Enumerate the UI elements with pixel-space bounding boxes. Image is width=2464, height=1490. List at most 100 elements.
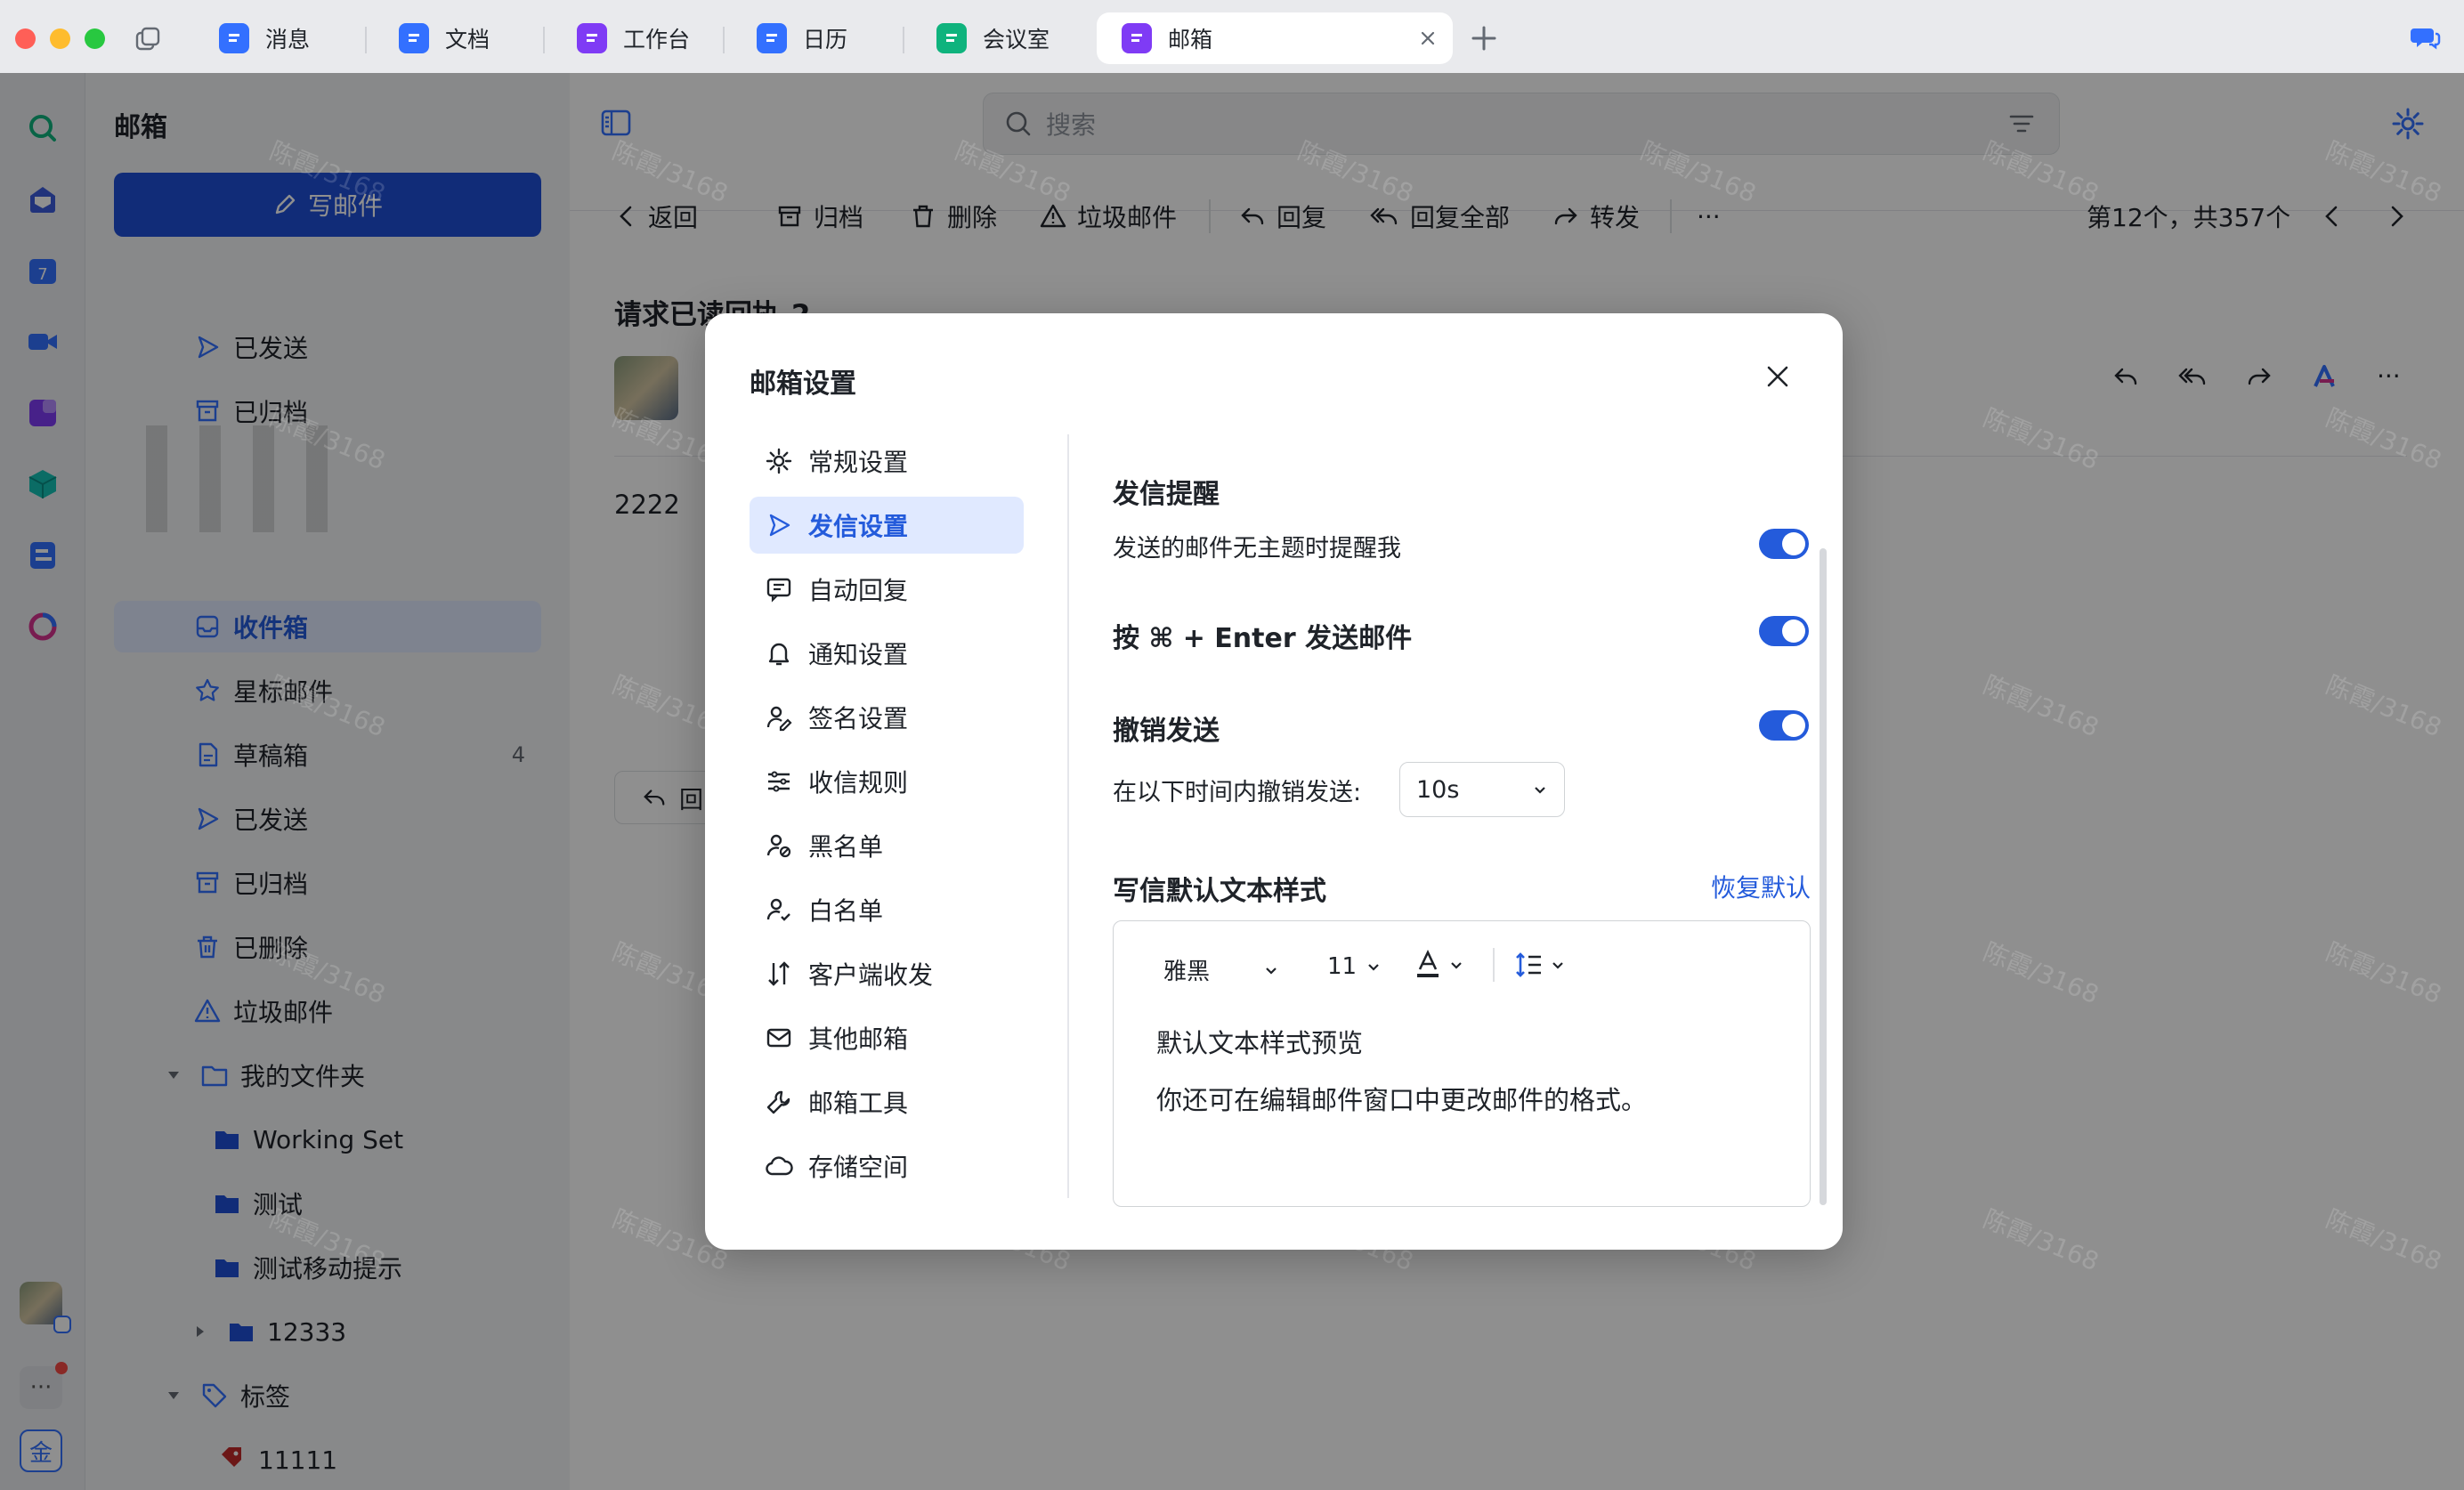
dialog-title: 邮箱设置 (750, 368, 856, 400)
minimize-window-button[interactable] (50, 28, 70, 49)
chevron-down-icon (1368, 964, 1379, 971)
font-size-value: 11 (1327, 953, 1358, 980)
style-editor: 雅黑 11 默认文本样式预览 你还可在编辑邮件窗口中更改邮件的格式。 (1113, 920, 1811, 1207)
shortcut-send-toggle[interactable] (1759, 616, 1809, 646)
watermark-text: 陈霞/3168 (1979, 402, 2103, 476)
watermark-text: 陈霞/3168 (265, 936, 390, 1010)
tab-separator (365, 27, 367, 53)
chat-bubble-icon[interactable] (2409, 21, 2441, 53)
settings-nav-send[interactable]: 发信设置 (750, 497, 1024, 554)
settings-nav-label: 通知设置 (808, 640, 909, 669)
line-height-select[interactable] (1514, 950, 1566, 980)
undo-time-select[interactable]: 10s (1399, 762, 1565, 817)
preview-title: 默认文本样式预览 (1156, 1028, 1364, 1058)
shortcut-send-title: 按 ⌘ + Enter 发送邮件 (1113, 623, 1413, 654)
default-style-title: 写信默认文本样式 (1113, 876, 1326, 907)
divider (1493, 948, 1495, 982)
settings-nav-gear[interactable]: 常规设置 (750, 433, 1024, 490)
gear-icon (764, 446, 794, 476)
watermark-text: 陈霞/3168 (2322, 402, 2446, 476)
tab-overview-icon[interactable] (134, 25, 162, 53)
settings-nav-label: 白名单 (808, 896, 884, 926)
watermark-text: 陈霞/3168 (2322, 135, 2446, 209)
settings-nav-label: 客户端收发 (808, 960, 934, 990)
settings-nav-label: 收信规则 (808, 768, 909, 798)
watermark-text: 陈霞/3168 (265, 1203, 390, 1277)
preview-text: 你还可在编辑邮件窗口中更改邮件的格式。 (1156, 1085, 1648, 1115)
tab-separator (723, 27, 725, 53)
font-color-icon (1417, 950, 1439, 977)
tab-separator (543, 27, 545, 53)
font-select[interactable]: 雅黑 (1163, 953, 1279, 986)
settings-nav-signature[interactable]: 签名设置 (750, 689, 1024, 746)
settings-nav-whitelist[interactable]: 白名单 (750, 881, 1024, 938)
bell-icon (764, 638, 794, 668)
line-height-icon (1516, 952, 1541, 977)
watermark-text: 陈霞/3168 (1979, 936, 2103, 1010)
signature-icon (764, 702, 794, 733)
scrollbar[interactable] (1820, 548, 1827, 1205)
undo-send-label: 在以下时间内撤销发送: (1113, 779, 1362, 806)
undo-send-toggle[interactable] (1759, 710, 1809, 741)
tab-doc[interactable]: 文档 (374, 12, 543, 64)
maximize-window-button[interactable] (85, 28, 105, 49)
settings-nav-bell[interactable]: 通知设置 (750, 625, 1024, 682)
meeting-room-icon (936, 23, 967, 53)
tab-separator (903, 27, 904, 53)
watermark-text: 陈霞/3168 (2322, 669, 2446, 743)
settings-nav-label: 常规设置 (808, 448, 909, 477)
close-tab-icon[interactable] (1419, 29, 1437, 47)
settings-nav-tool[interactable]: 邮箱工具 (750, 1073, 1024, 1130)
watermark-text: 陈霞/3168 (608, 135, 733, 209)
chevron-down-icon (1451, 962, 1462, 969)
watermark-text: 陈霞/3168 (951, 135, 1075, 209)
chevron-down-icon (1266, 967, 1277, 975)
mail-icon (1122, 23, 1152, 53)
settings-nav-label: 邮箱工具 (808, 1089, 909, 1118)
tab-chat[interactable]: 消息 (194, 12, 363, 64)
settings-nav-label: 其他邮箱 (808, 1024, 909, 1054)
font-size-select[interactable]: 11 (1327, 953, 1382, 980)
close-window-button[interactable] (15, 28, 36, 49)
settings-nav-client[interactable]: 客户端收发 (750, 945, 1024, 1002)
watermark-text: 陈霞/3168 (265, 135, 390, 209)
settings-nav-label: 签名设置 (808, 704, 909, 733)
watermark-text: 陈霞/3168 (2322, 1203, 2446, 1277)
undo-send-title: 撤销发送 (1113, 716, 1220, 747)
undo-time-value: 10s (1416, 775, 1460, 804)
restore-default-link[interactable]: 恢复默认 (1711, 869, 1811, 904)
no-subject-reminder-toggle[interactable] (1759, 529, 1809, 559)
settings-nav-rules[interactable]: 收信规则 (750, 753, 1024, 810)
tab-label: 会议室 (983, 27, 1050, 53)
watermark-text: 陈霞/3168 (1979, 1203, 2103, 1277)
font-value: 雅黑 (1163, 959, 1211, 985)
font-color-select[interactable] (1414, 950, 1464, 980)
rules-icon (764, 766, 794, 797)
tab-meeting-room[interactable]: 会议室 (912, 12, 1081, 64)
settings-nav-label: 自动回复 (808, 576, 909, 605)
mail-settings-dialog: 邮箱设置 常规设置发信设置自动回复通知设置签名设置收信规则黑名单白名单客户端收发… (705, 313, 1843, 1250)
watermark-text: 陈霞/3168 (1979, 669, 2103, 743)
new-tab-button[interactable] (1469, 23, 1499, 53)
settings-nav-other-mail[interactable]: 其他邮箱 (750, 1009, 1024, 1066)
calendar-icon (757, 23, 787, 53)
workbench-icon (577, 23, 607, 53)
settings-nav-cloud[interactable]: 存储空间 (750, 1138, 1024, 1194)
settings-nav-label: 发信设置 (808, 512, 909, 541)
settings-nav-blacklist[interactable]: 黑名单 (750, 817, 1024, 874)
blacklist-icon (764, 830, 794, 861)
tab-label: 工作台 (623, 27, 691, 53)
watermark-text: 陈霞/3168 (2322, 936, 2446, 1010)
tab-calendar[interactable]: 日历 (732, 12, 901, 64)
auto-reply-icon (764, 574, 794, 604)
send-reminder-option: 发送的邮件无主题时提醒我 (1113, 535, 1401, 563)
close-icon[interactable] (1764, 363, 1791, 390)
chevron-down-icon (1532, 781, 1548, 798)
whitelist-icon (764, 895, 794, 925)
watermark-text: 陈霞/3168 (1979, 135, 2103, 209)
tab-workbench[interactable]: 工作台 (552, 12, 721, 64)
chat-icon (219, 23, 249, 53)
settings-nav-auto-reply[interactable]: 自动回复 (750, 561, 1024, 618)
tab-mail[interactable]: 邮箱 (1097, 12, 1453, 64)
settings-nav-label: 存储空间 (808, 1153, 909, 1182)
